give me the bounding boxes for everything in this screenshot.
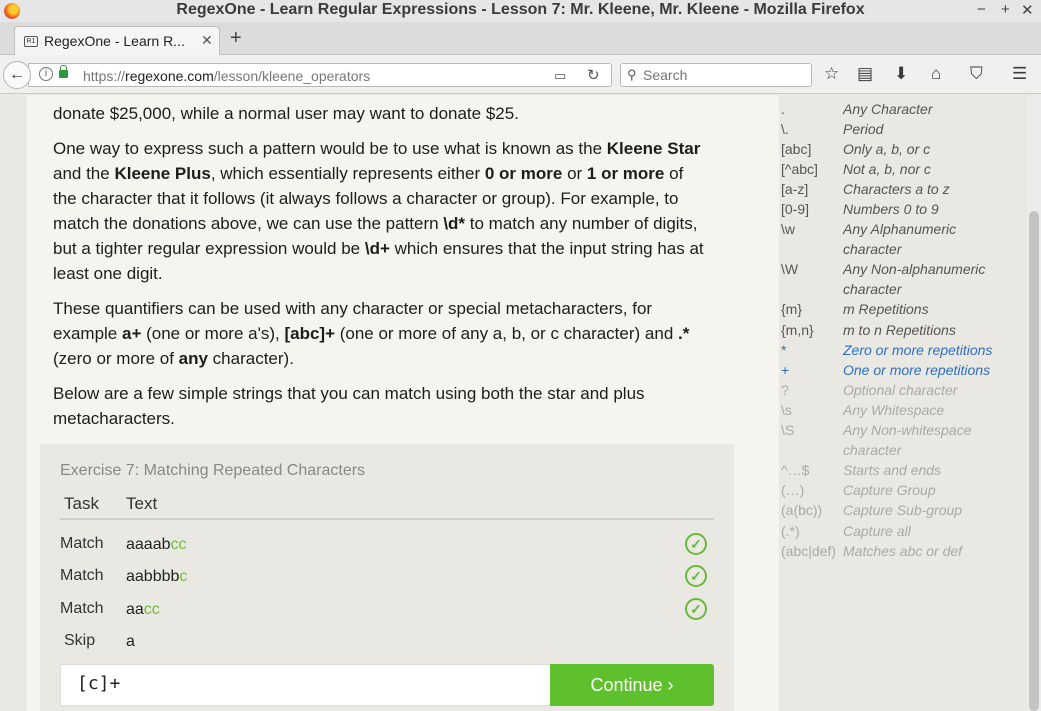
regex-input[interactable] (77, 673, 537, 694)
lesson-paragraph-quantifiers: These quantifiers can be used with any c… (53, 299, 690, 368)
check-icon: ✓ (685, 565, 707, 587)
menu-icon[interactable]: ☰ (1012, 64, 1027, 84)
lesson-body: donate $25,000, while a normal user may … (53, 95, 708, 441)
page-viewport: donate $25,000, while a normal user may … (0, 95, 1041, 711)
lesson-paragraph: donate $25,000, while a normal user may … (53, 104, 519, 123)
home-icon[interactable]: ⌂ (931, 64, 941, 84)
reader-view-icon[interactable]: ▭ (554, 68, 566, 84)
search-icon: ⚲ (627, 67, 637, 82)
tab-strip: R1 RegexOne - Learn R... ✕ + (0, 22, 1041, 55)
answer-field[interactable] (60, 664, 551, 706)
table-row: Skip a (64, 632, 135, 650)
search-input[interactable] (643, 67, 803, 83)
scrollbar-thumb[interactable] (1029, 211, 1039, 711)
table-row: Match aaaabcc ✓ (60, 531, 714, 561)
minimize-button[interactable]: − (977, 1, 986, 18)
star-icon[interactable]: ☆ (824, 64, 839, 84)
new-tab-button[interactable]: + (230, 26, 242, 50)
regexone-favicon-icon: R1 (24, 36, 38, 47)
window-title: RegexOne - Learn Regular Expressions - L… (176, 1, 865, 18)
continue-button[interactable]: Continue › (550, 664, 714, 706)
reload-icon[interactable]: ↻ (587, 66, 600, 84)
check-icon: ✓ (685, 598, 707, 620)
reading-list-icon[interactable]: ▤ (857, 64, 873, 84)
pocket-icon[interactable]: ⛉ (970, 64, 983, 84)
table-row: Match aacc ✓ (60, 596, 714, 626)
tab-label: RegexOne - Learn R... (44, 33, 185, 49)
back-button[interactable]: ← (3, 61, 31, 89)
close-window-button[interactable]: ✕ (1021, 1, 1034, 19)
column-text: Text (126, 494, 158, 513)
exercise-panel: Exercise 7: Matching Repeated Characters… (40, 444, 734, 711)
check-icon: ✓ (685, 533, 707, 555)
site-info-icon[interactable]: i (39, 67, 53, 81)
tab-close-button[interactable]: ✕ (201, 32, 213, 49)
maximize-button[interactable]: + (1001, 1, 1010, 18)
lesson-paragraph-intro: Below are a few simple strings that you … (53, 384, 645, 428)
column-task: Task (64, 494, 99, 513)
download-icon[interactable]: ⬇ (894, 64, 908, 84)
tab-regexone[interactable]: R1 RegexOne - Learn R... ✕ (14, 26, 220, 55)
exercise-title: Exercise 7: Matching Repeated Characters (60, 462, 366, 479)
table-row: Match aabbbbc ✓ (60, 563, 714, 593)
url-bar[interactable]: i https://regexone.com/lesson/kleene_ope… (28, 63, 612, 87)
navigation-toolbar: i https://regexone.com/lesson/kleene_ope… (0, 55, 1041, 94)
url-text[interactable]: https://regexone.com/lesson/kleene_opera… (83, 68, 370, 84)
window-titlebar: RegexOne - Learn Regular Expressions - L… (0, 0, 1041, 22)
secure-lock-icon (59, 65, 68, 78)
search-box[interactable]: ⚲ (620, 63, 812, 87)
lesson-paragraph-kleene: One way to express such a pattern would … (53, 139, 704, 283)
exercise-table-header: Task Text (60, 488, 714, 520)
vertical-scrollbar[interactable] (1027, 95, 1041, 711)
